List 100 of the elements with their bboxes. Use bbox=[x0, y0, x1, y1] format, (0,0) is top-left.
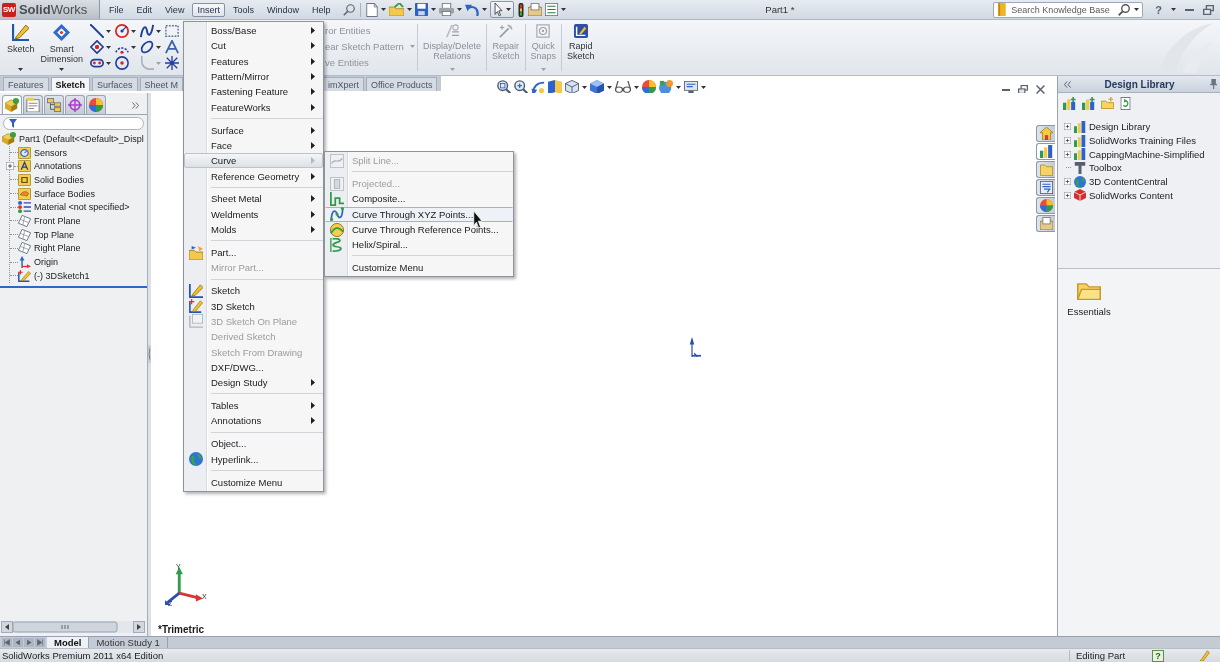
magnifier-icon[interactable] bbox=[514, 80, 529, 94]
menu-item[interactable]: Object... bbox=[184, 436, 323, 452]
caret-icon[interactable] bbox=[18, 68, 24, 71]
caret-icon[interactable] bbox=[431, 8, 437, 11]
caret-icon[interactable] bbox=[1134, 8, 1140, 11]
expand-icon[interactable] bbox=[1064, 150, 1071, 158]
menu-item[interactable]: View bbox=[160, 2, 190, 17]
new-document-icon[interactable] bbox=[366, 2, 379, 17]
caret-icon[interactable] bbox=[156, 45, 162, 49]
help-button[interactable]: ? bbox=[1152, 649, 1164, 662]
panel-tab[interactable] bbox=[65, 95, 85, 114]
caret-icon[interactable] bbox=[156, 29, 162, 33]
help-button[interactable]: ? bbox=[1155, 3, 1162, 16]
menu-item[interactable]: Curve bbox=[184, 153, 323, 169]
glasses-icon[interactable] bbox=[615, 81, 632, 93]
tree-item[interactable]: Front Plane bbox=[34, 215, 81, 226]
expand-icon[interactable] bbox=[6, 162, 14, 171]
menu-item[interactable]: Help bbox=[306, 2, 336, 17]
close-icon[interactable] bbox=[1036, 85, 1045, 94]
menu-item[interactable]: File bbox=[104, 2, 129, 17]
section-view-icon[interactable] bbox=[548, 80, 563, 94]
tree-item[interactable]: (-) 3DSketch1 bbox=[34, 270, 90, 281]
menu-item[interactable]: Annotations bbox=[184, 413, 323, 429]
menu-item[interactable]: Boss/Base bbox=[184, 23, 323, 39]
tab[interactable]: Sketch bbox=[50, 77, 91, 91]
spline-icon[interactable] bbox=[140, 24, 155, 38]
menu-item[interactable]: Pattern/Mirror bbox=[184, 68, 323, 85]
menu-item[interactable]: Weldments bbox=[184, 206, 323, 222]
caret-icon[interactable] bbox=[59, 68, 65, 71]
library-item[interactable]: SolidWorks Content bbox=[1089, 189, 1173, 201]
caret-icon[interactable] bbox=[457, 8, 463, 11]
menu-item[interactable]: Molds bbox=[184, 221, 323, 238]
task-pane-tab[interactable] bbox=[1036, 125, 1055, 142]
menu-item[interactable]: Edit bbox=[131, 2, 158, 17]
refresh-icon[interactable] bbox=[1120, 97, 1131, 110]
library-item[interactable]: Design Library bbox=[1089, 121, 1151, 133]
caret-icon[interactable] bbox=[701, 85, 707, 89]
rollback-bar[interactable] bbox=[0, 285, 147, 288]
polygon-icon[interactable] bbox=[90, 40, 105, 54]
checklist-icon[interactable] bbox=[545, 3, 559, 16]
panel-tab[interactable] bbox=[86, 95, 106, 114]
caret-icon[interactable] bbox=[131, 45, 137, 49]
expand-icon[interactable] bbox=[1064, 123, 1071, 131]
magnifier-icon[interactable] bbox=[343, 3, 356, 16]
task-pane-tab[interactable] bbox=[1036, 143, 1055, 160]
caret-icon[interactable] bbox=[482, 8, 488, 11]
point-icon[interactable] bbox=[165, 56, 180, 70]
horizontal-scrollbar[interactable] bbox=[1, 621, 145, 633]
menu-item[interactable]: FeatureWorks bbox=[184, 99, 323, 115]
filter-field[interactable] bbox=[3, 117, 144, 130]
menu-item[interactable]: Sketch bbox=[184, 283, 323, 299]
caret-icon[interactable] bbox=[381, 8, 387, 11]
menu-item[interactable]: Tables bbox=[184, 397, 323, 414]
restore-icon[interactable] bbox=[1203, 4, 1214, 15]
command-button[interactable]: Sketch bbox=[4, 20, 38, 75]
menu-item[interactable]: Surface bbox=[184, 122, 323, 138]
command-button[interactable]: Rapid Sketch bbox=[564, 20, 598, 75]
curved-arrow-icon[interactable] bbox=[531, 80, 546, 94]
library-item[interactable]: 3D ContentCentral bbox=[1089, 176, 1168, 188]
tab[interactable]: imXpert bbox=[323, 77, 364, 91]
pushpin-icon[interactable] bbox=[1208, 79, 1217, 89]
expand-icon[interactable] bbox=[1064, 137, 1071, 145]
library-item[interactable]: CappingMachine-Simplified bbox=[1089, 148, 1205, 160]
tree-item[interactable]: Right Plane bbox=[34, 243, 81, 254]
double-chevron-icon[interactable] bbox=[132, 101, 139, 109]
caret-icon[interactable] bbox=[407, 8, 413, 11]
menu-item[interactable]: Helix/Spiral... bbox=[325, 237, 513, 253]
tree-item[interactable]: Solid Bodies bbox=[34, 174, 85, 185]
color-ball-icon[interactable] bbox=[642, 80, 657, 94]
menu-item[interactable]: Features bbox=[184, 53, 323, 69]
books-icon[interactable] bbox=[1063, 97, 1076, 110]
rectangle-icon[interactable] bbox=[165, 24, 180, 38]
task-pane-tab[interactable] bbox=[1036, 179, 1055, 196]
caret-icon[interactable] bbox=[561, 8, 567, 11]
task-pane-tab[interactable] bbox=[1036, 197, 1055, 214]
menu-item[interactable]: Reference Geometry bbox=[184, 168, 323, 184]
previous-arrow-icon[interactable] bbox=[13, 638, 23, 647]
circle-icon[interactable] bbox=[115, 56, 130, 70]
menu-item[interactable]: Cut bbox=[184, 38, 323, 54]
traffic-light-icon[interactable] bbox=[517, 2, 526, 17]
menu-item[interactable]: Curve Through Reference Points... bbox=[325, 221, 513, 238]
shaded-cube-icon[interactable] bbox=[590, 80, 605, 94]
menu-item[interactable]: Part... bbox=[184, 244, 323, 261]
caret-icon[interactable] bbox=[582, 85, 588, 89]
search-field[interactable]: Search Knowledge Base bbox=[993, 1, 1144, 18]
menu-item[interactable]: 3D Sketch bbox=[184, 298, 323, 314]
caret-icon[interactable] bbox=[131, 29, 137, 33]
caret-icon[interactable] bbox=[106, 29, 112, 33]
tree-item[interactable]: Top Plane bbox=[34, 229, 75, 240]
minimize-icon[interactable] bbox=[1002, 88, 1010, 91]
text-icon[interactable] bbox=[165, 40, 180, 54]
tree-item[interactable]: Sensors bbox=[34, 147, 68, 158]
tree-item[interactable]: Origin bbox=[34, 257, 58, 268]
caret-icon[interactable] bbox=[676, 85, 682, 89]
folder-label[interactable]: Essentials bbox=[1067, 306, 1111, 317]
caret-icon[interactable] bbox=[607, 85, 613, 89]
menu-item[interactable]: Sheet Metal bbox=[184, 191, 323, 207]
double-chevron-icon[interactable] bbox=[1064, 80, 1071, 88]
slot-icon[interactable] bbox=[90, 56, 105, 70]
select-arrow-icon[interactable] bbox=[493, 3, 505, 16]
